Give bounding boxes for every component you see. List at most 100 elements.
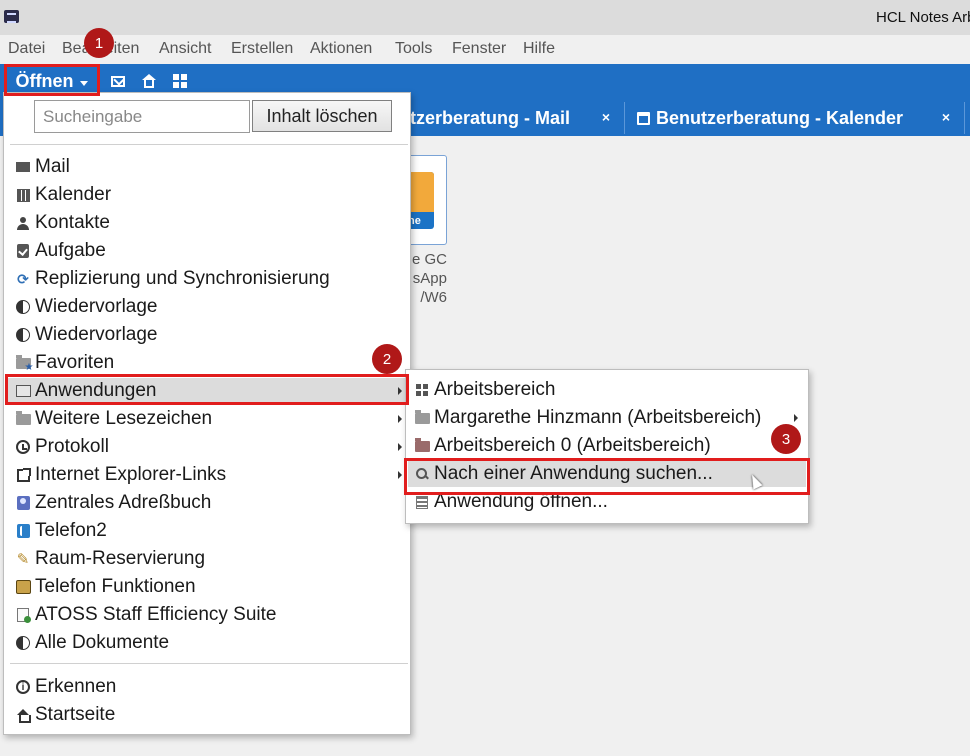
menu-item-label: Internet Explorer-Links <box>35 464 227 485</box>
menu-item-followup-2[interactable]: Wiedervorlage <box>6 322 410 348</box>
menu-hilfe[interactable]: Hilfe <box>523 40 555 58</box>
menu-item-label: Kontakte <box>35 212 110 233</box>
tab-calendar[interactable]: Benutzerberatung - Kalender × <box>627 102 965 134</box>
menu-separator <box>10 663 408 664</box>
notes-database-icon <box>16 636 30 650</box>
sync-icon: ⟳ <box>17 270 29 287</box>
phone-icon <box>16 524 30 538</box>
menu-item-label: Wiedervorlage <box>35 296 158 317</box>
menu-tools[interactable]: Tools <box>395 40 432 58</box>
annotation-box-2 <box>5 374 409 405</box>
menu-item-home-page[interactable]: Startseite <box>6 702 410 728</box>
menu-item-room-reservation[interactable]: ✎ Raum-Reservierung <box>6 546 410 572</box>
open-menu: Inhalt löschen Mail Kalender Kontakte Au… <box>3 92 411 735</box>
menu-item-label: Protokoll <box>35 436 109 457</box>
menu-item-all-documents[interactable]: Alle Dokumente <box>6 630 410 656</box>
step-badge-2: 2 <box>372 344 402 374</box>
contacts-icon <box>17 216 29 230</box>
mail-icon <box>16 162 30 172</box>
submenu-item-label: Arbeitsbereich 0 (Arbeitsbereich) <box>434 435 711 456</box>
menu-item-label: ATOSS Staff Efficiency Suite <box>35 604 277 625</box>
history-icon <box>16 440 30 454</box>
notes-database-icon <box>16 328 30 342</box>
menu-item-label: Telefon2 <box>35 520 107 541</box>
tab-mail-label: tzerberatung - Mail <box>410 107 571 128</box>
menu-separator <box>10 144 408 145</box>
menu-item-label: Mail <box>35 156 70 177</box>
menu-aktionen[interactable]: Aktionen <box>310 40 372 58</box>
home-icon[interactable] <box>141 73 157 89</box>
step-badge-3: 3 <box>771 424 801 454</box>
menu-item-mail[interactable]: Mail <box>6 154 410 180</box>
database-icon <box>416 495 428 509</box>
close-icon[interactable]: × <box>602 109 610 125</box>
menu-item-followup-1[interactable]: Wiedervorlage <box>6 294 410 320</box>
submenu-item-label: Arbeitsbereich <box>434 379 556 400</box>
step-badge-1: 1 <box>84 28 114 58</box>
submenu-arrow-icon <box>794 414 798 422</box>
menu-item-contacts[interactable]: Kontakte <box>6 210 410 236</box>
menu-item-calendar[interactable]: Kalender <box>6 182 410 208</box>
menu-item-replication[interactable]: ⟳ Replizierung und Synchronisierung <box>6 266 410 292</box>
menu-item-address-book[interactable]: Zentrales Adreßbuch <box>6 490 410 516</box>
menu-item-label: Raum-Reservierung <box>35 548 206 569</box>
applications-icon[interactable] <box>172 73 188 89</box>
menu-erstellen[interactable]: Erstellen <box>231 40 293 58</box>
submenu-item-user-workspace[interactable]: Margarethe Hinzmann (Arbeitsbereich) <box>408 405 806 431</box>
menu-ansicht[interactable]: Ansicht <box>159 40 211 58</box>
info-icon: i <box>16 680 30 694</box>
menu-datei[interactable]: Datei <box>8 40 45 58</box>
menu-bar: Datei Bearbeiten Ansicht Erstellen Aktio… <box>0 35 970 64</box>
submenu-arrow-icon <box>398 443 402 451</box>
mail-icon[interactable] <box>110 73 126 89</box>
menu-item-label: Startseite <box>35 704 116 725</box>
external-link-icon <box>16 467 31 482</box>
menu-item-label: Kalender <box>35 184 112 205</box>
menu-item-label: Alle Dokumente <box>35 632 170 653</box>
menu-item-ie-links[interactable]: Internet Explorer-Links <box>6 462 410 488</box>
home-icon <box>16 708 31 723</box>
folder-icon <box>414 437 430 452</box>
menu-item-label: Zentrales Adreßbuch <box>35 492 212 513</box>
task-icon <box>17 244 29 258</box>
submenu-item-workspace-0[interactable]: Arbeitsbereich 0 (Arbeitsbereich) <box>408 433 806 459</box>
submenu-item-workspace[interactable]: Arbeitsbereich <box>408 377 806 403</box>
workspace-icon <box>415 383 429 397</box>
close-icon[interactable]: × <box>942 109 950 125</box>
search-input[interactable] <box>34 100 250 133</box>
folder-icon <box>414 409 430 424</box>
menu-item-label: Wiedervorlage <box>35 324 158 345</box>
telephone-icon <box>15 580 31 594</box>
annotation-box-1 <box>4 64 100 96</box>
applications-submenu: Arbeitsbereich Margarethe Hinzmann (Arbe… <box>405 369 809 524</box>
menu-item-phone-functions[interactable]: Telefon Funktionen <box>6 574 410 600</box>
address-book-icon <box>16 496 30 510</box>
submenu-arrow-icon <box>398 471 402 479</box>
menu-item-telefon2[interactable]: Telefon2 <box>6 518 410 544</box>
hcl-notes-logo-icon <box>4 10 19 23</box>
submenu-item-label: Margarethe Hinzmann (Arbeitsbereich) <box>434 407 762 428</box>
folder-icon <box>15 410 31 425</box>
tab-calendar-label: Benutzerberatung - Kalender <box>656 107 904 128</box>
menu-item-label: Favoriten <box>35 352 115 373</box>
tab-mail[interactable]: tzerberatung - Mail × <box>390 102 625 134</box>
menu-item-atoss[interactable]: ATOSS Staff Efficiency Suite <box>6 602 410 628</box>
window-title: HCL Notes Arb <box>876 9 970 26</box>
title-bar: HCL Notes Arb <box>0 0 970 35</box>
menu-item-discover[interactable]: i Erkennen <box>6 674 410 700</box>
submenu-arrow-icon <box>398 415 402 423</box>
clear-content-button[interactable]: Inhalt löschen <box>252 100 392 132</box>
menu-item-label: Erkennen <box>35 676 117 697</box>
web-document-icon <box>17 608 31 623</box>
menu-item-label: Aufgabe <box>35 240 106 261</box>
calendar-icon <box>637 111 650 125</box>
menu-item-bookmarks[interactable]: Weitere Lesezeichen <box>6 406 410 432</box>
menu-item-favorites[interactable]: ★ Favoriten <box>6 350 410 376</box>
menu-item-label: Replizierung und Synchronisierung <box>35 268 330 289</box>
menu-item-history[interactable]: Protokoll <box>6 434 410 460</box>
menu-item-label: Weitere Lesezeichen <box>35 408 213 429</box>
notes-database-icon <box>16 300 30 314</box>
menu-fenster[interactable]: Fenster <box>452 40 506 58</box>
menu-item-tasks[interactable]: Aufgabe <box>6 238 410 264</box>
calendar-icon <box>16 188 30 202</box>
